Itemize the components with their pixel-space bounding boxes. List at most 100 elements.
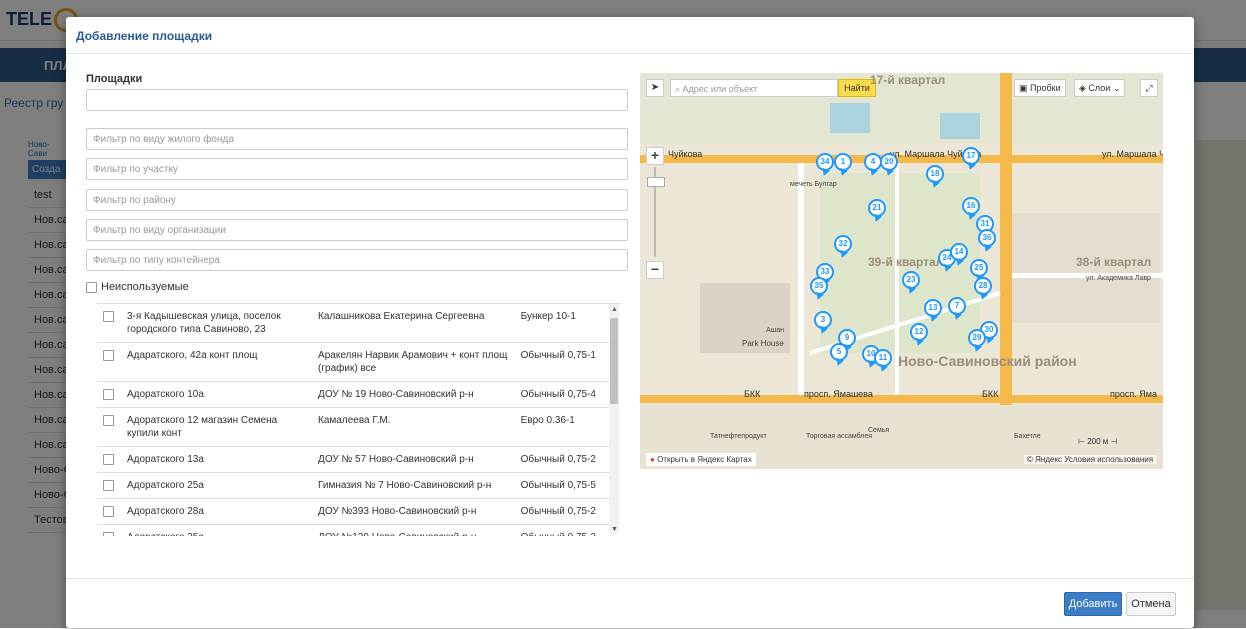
address-cell: Адоратского 25а — [122, 472, 315, 499]
map-label: Торговая ассамблея — [806, 433, 873, 440]
unused-label: Неиспользуемые — [101, 281, 189, 293]
map-marker[interactable]: 25 — [970, 259, 988, 277]
pin-icon: ● — [650, 455, 655, 464]
sites-label: Площадки — [86, 73, 143, 85]
table-row[interactable]: Адоратского 13а ДОУ № 57 Ново-Савиновски… — [97, 446, 609, 473]
map-label: Чуйкова — [668, 149, 703, 159]
map-label: Бахетле — [1014, 433, 1041, 440]
address-cell: Адаратского, 42а конт площ — [122, 342, 315, 382]
table-scrollbar[interactable]: ▲ ▼ — [609, 304, 619, 534]
scroll-down-icon[interactable]: ▼ — [611, 526, 618, 533]
map-background — [640, 73, 1163, 469]
organization-type-filter[interactable] — [86, 219, 628, 241]
sites-input[interactable] — [86, 89, 628, 111]
zoom-slider-handle[interactable] — [647, 177, 665, 187]
map-marker[interactable]: 11 — [874, 349, 892, 367]
container-cell: Евро 0.36-1 — [516, 407, 609, 447]
map-marker[interactable]: 29 — [968, 329, 986, 347]
organization-cell: Гимназия № 7 Ново-Савиновский р-н — [314, 472, 517, 499]
table-row[interactable]: Адоратского 35а ДОУ №129 Ново-Савиновски… — [97, 524, 609, 536]
address-cell: Адоратского 13а — [122, 446, 315, 473]
unused-checkbox-row[interactable]: Неиспользуемые — [86, 281, 189, 293]
row-checkbox[interactable] — [103, 311, 114, 322]
container-type-filter[interactable] — [86, 249, 628, 271]
table-row[interactable]: 3-я Кадышевская улица, поселок городског… — [97, 304, 609, 343]
row-checkbox[interactable] — [103, 389, 114, 400]
zoom-out-button[interactable]: − — [646, 261, 664, 279]
container-cell: Обычный 0,75-5 — [516, 472, 609, 499]
yandex-map[interactable]: ➤ ⌕ Адрес или объект Найти ▣ Пробки ◈ Сл… — [640, 73, 1163, 469]
housing-type-filter[interactable] — [86, 128, 628, 150]
traffic-icon: ▣ — [1019, 83, 1031, 93]
map-copyright[interactable]: © Яндекс Условия использования — [1024, 455, 1157, 464]
row-checkbox[interactable] — [103, 506, 114, 517]
open-in-yandex-link[interactable]: ● Открыть в Яндекс Картах — [646, 453, 756, 466]
container-cell: Обычный 0,75-1 — [516, 342, 609, 382]
table-row[interactable]: Адаратского, 42а конт площ Аракелян Нарв… — [97, 342, 609, 382]
map-marker[interactable]: 23 — [902, 271, 920, 289]
modal-footer — [66, 578, 1194, 629]
zoom-in-button[interactable]: + — [646, 147, 664, 165]
table-row[interactable]: Адоратского 28а ДОУ №393 Ново-Савиновски… — [97, 498, 609, 525]
sector-filter[interactable] — [86, 158, 628, 180]
table-row[interactable]: Адоратского 12 магазин Семена купили кон… — [97, 407, 609, 447]
map-label: Семья — [868, 427, 890, 434]
map-marker[interactable]: 36 — [978, 229, 996, 247]
map-marker[interactable]: 20 — [880, 153, 898, 171]
map-label: 17-й квартал — [870, 73, 946, 87]
map-label: просп. Яма — [1110, 389, 1157, 399]
organization-cell: Калашникова Екатерина Сергеевна — [314, 304, 517, 343]
map-marker[interactable]: 14 — [950, 243, 968, 261]
map-marker[interactable]: 21 — [868, 199, 886, 217]
modal-header: Добавление площадки — [66, 17, 1194, 54]
unused-checkbox[interactable] — [86, 281, 97, 293]
organization-cell: Аракелян Нарвик Арамович + конт площ (гр… — [314, 342, 517, 382]
table-row[interactable]: Адоратского 25а Гимназия № 7 Ново-Савино… — [97, 472, 609, 499]
map-marker[interactable]: 17 — [962, 147, 980, 165]
table-row[interactable]: Адоратского 10а ДОУ № 19 Ново-Савиновски… — [97, 381, 609, 408]
organization-cell: Камалеева Г.М. — [314, 407, 517, 447]
add-button[interactable]: Добавить — [1064, 592, 1122, 616]
fullscreen-icon[interactable]: ⤢ — [1140, 79, 1158, 97]
scroll-up-icon[interactable]: ▲ — [611, 306, 618, 313]
cancel-button[interactable]: Отмена — [1126, 592, 1176, 616]
address-cell: Адоратского 28а — [122, 498, 315, 525]
map-marker[interactable]: 12 — [910, 323, 928, 341]
map-marker[interactable]: 28 — [974, 277, 992, 295]
map-marker[interactable]: 34 — [816, 153, 834, 171]
traffic-button[interactable]: ▣ Пробки — [1014, 79, 1066, 97]
sites-table: 3-я Кадышевская улица, поселок городског… — [97, 303, 621, 536]
container-cell: Обычный 0,75-2 — [516, 446, 609, 473]
map-label: просп. Ямашева — [804, 389, 873, 399]
map-marker[interactable]: 16 — [962, 197, 980, 215]
row-checkbox[interactable] — [103, 454, 114, 465]
map-marker[interactable]: 18 — [926, 165, 944, 183]
organization-cell: ДОУ №393 Ново-Савиновский р-н — [314, 498, 517, 525]
map-label: Ашан — [766, 327, 785, 334]
map-label: ул. Маршала Ч — [1102, 149, 1163, 159]
layers-icon: ◈ — [1079, 83, 1089, 93]
layers-button[interactable]: ◈ Слои ⌄ — [1074, 79, 1126, 97]
row-checkbox[interactable] — [103, 532, 114, 536]
map-label: Park House — [742, 339, 784, 348]
map-marker[interactable]: 3 — [814, 311, 832, 329]
row-checkbox[interactable] — [103, 350, 114, 361]
map-scale: ⊢ 200 м ⊣ — [1078, 437, 1118, 446]
map-marker[interactable]: 13 — [924, 299, 942, 317]
row-checkbox[interactable] — [103, 480, 114, 491]
map-marker[interactable]: 7 — [948, 297, 966, 315]
row-checkbox[interactable] — [103, 415, 114, 426]
locate-icon[interactable]: ➤ — [646, 79, 664, 97]
map-marker[interactable]: 35 — [810, 277, 828, 295]
map-search-input[interactable]: ⌕ Адрес или объект — [670, 79, 838, 97]
container-cell: Обычный 0,75-3 — [516, 524, 609, 536]
map-marker[interactable]: 32 — [834, 235, 852, 253]
district-filter[interactable] — [86, 189, 628, 211]
container-cell: Бункер 10-1 — [516, 304, 609, 343]
map-marker[interactable]: 5 — [830, 343, 848, 361]
map-marker[interactable]: 1 — [834, 153, 852, 171]
map-label: БКК — [744, 389, 761, 399]
map-label: БКК — [982, 389, 999, 399]
organization-cell: ДОУ № 57 Ново-Савиновский р-н — [314, 446, 517, 473]
scroll-thumb[interactable] — [610, 318, 618, 404]
